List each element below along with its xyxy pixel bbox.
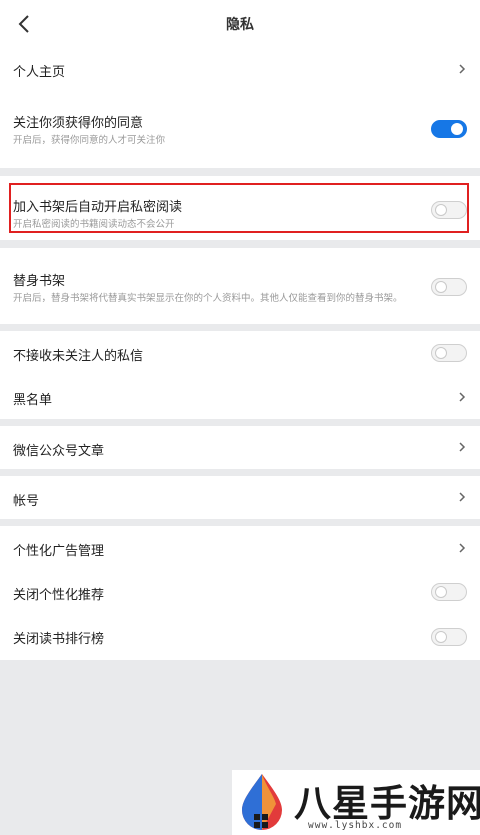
settings-item-label: 微信公众号文章: [13, 444, 105, 459]
settings-item-account[interactable]: 帐号: [0, 476, 480, 519]
settings-item-label: 不接收未关注人的私信: [13, 349, 144, 364]
back-arrow-icon: [18, 15, 29, 33]
nav-header: 隐私: [0, 0, 480, 48]
toggle-knob: [435, 631, 447, 643]
settings-item-close-ranking: 关闭读书排行榜: [0, 614, 480, 660]
settings-item-wechat-articles[interactable]: 微信公众号文章: [0, 426, 480, 469]
watermark-text: 八星手游网: [294, 782, 480, 825]
settings-group-wechat: 微信公众号文章: [0, 426, 480, 469]
substitute-shelf-toggle[interactable]: [431, 278, 467, 296]
chevron-right-icon: [459, 392, 466, 402]
site-watermark: 八星手游网 www.lyshbx.com: [232, 770, 480, 835]
close-ranking-toggle[interactable]: [431, 628, 467, 646]
settings-group-substitute-shelf: 替身书架 开启后，替身书架将代替真实书架显示在你的个人资料中。其他人仅能查看到你…: [0, 248, 480, 324]
highlight-box: [9, 183, 469, 233]
settings-item-label: 个性化广告管理: [13, 544, 105, 559]
settings-item-ad-management[interactable]: 个性化广告管理: [0, 526, 480, 570]
settings-item-label: 黑名单: [13, 393, 53, 408]
page-title: 隐私: [226, 17, 254, 33]
close-personalized-toggle[interactable]: [431, 583, 467, 601]
settings-item-label: 替身书架: [13, 274, 66, 289]
toggle-knob: [435, 347, 447, 359]
settings-item-label: 关闭个性化推荐: [13, 588, 105, 603]
back-button[interactable]: [8, 8, 40, 40]
chevron-right-icon: [459, 442, 466, 452]
chevron-right-icon: [459, 492, 466, 502]
no-dm-toggle[interactable]: [431, 344, 467, 362]
chevron-right-icon: [459, 64, 466, 74]
settings-item-profile[interactable]: 个人主页: [0, 48, 480, 90]
toggle-knob: [451, 123, 463, 135]
settings-item-close-personalized: 关闭个性化推荐: [0, 570, 480, 614]
settings-group-profile: 个人主页 关注你须获得你的同意 开启后，获得你同意的人才可关注你: [0, 48, 480, 168]
settings-item-blacklist[interactable]: 黑名单: [0, 375, 480, 419]
settings-item-no-dm: 不接收未关注人的私信: [0, 331, 480, 375]
settings-item-label: 帐号: [13, 494, 40, 509]
watermark-logo-icon: [242, 774, 282, 830]
settings-item-label: 个人主页: [13, 65, 66, 80]
settings-item-label: 关闭读书排行榜: [13, 632, 105, 647]
settings-group-recommendations: 个性化广告管理 关闭个性化推荐 关闭读书排行榜: [0, 526, 480, 660]
toggle-knob: [435, 281, 447, 293]
toggle-knob: [435, 586, 447, 598]
chevron-right-icon: [459, 543, 466, 553]
follow-consent-toggle[interactable]: [431, 120, 467, 138]
settings-item-description: 开启后，获得你同意的人才可关注你: [13, 135, 166, 146]
watermark-url: www.lyshbx.com: [308, 820, 403, 831]
settings-item-label: 关注你须获得你的同意: [13, 116, 144, 131]
settings-item-description: 开启后，替身书架将代替真实书架显示在你的个人资料中。其他人仅能查看到你的替身书架…: [13, 293, 403, 304]
settings-group-messages: 不接收未关注人的私信 黑名单: [0, 331, 480, 419]
settings-item-follow-consent: 关注你须获得你的同意 开启后，获得你同意的人才可关注你: [0, 106, 480, 156]
settings-item-substitute-shelf: 替身书架 开启后，替身书架将代替真实书架显示在你的个人资料中。其他人仅能查看到你…: [0, 262, 480, 312]
settings-group-account: 帐号: [0, 476, 480, 519]
